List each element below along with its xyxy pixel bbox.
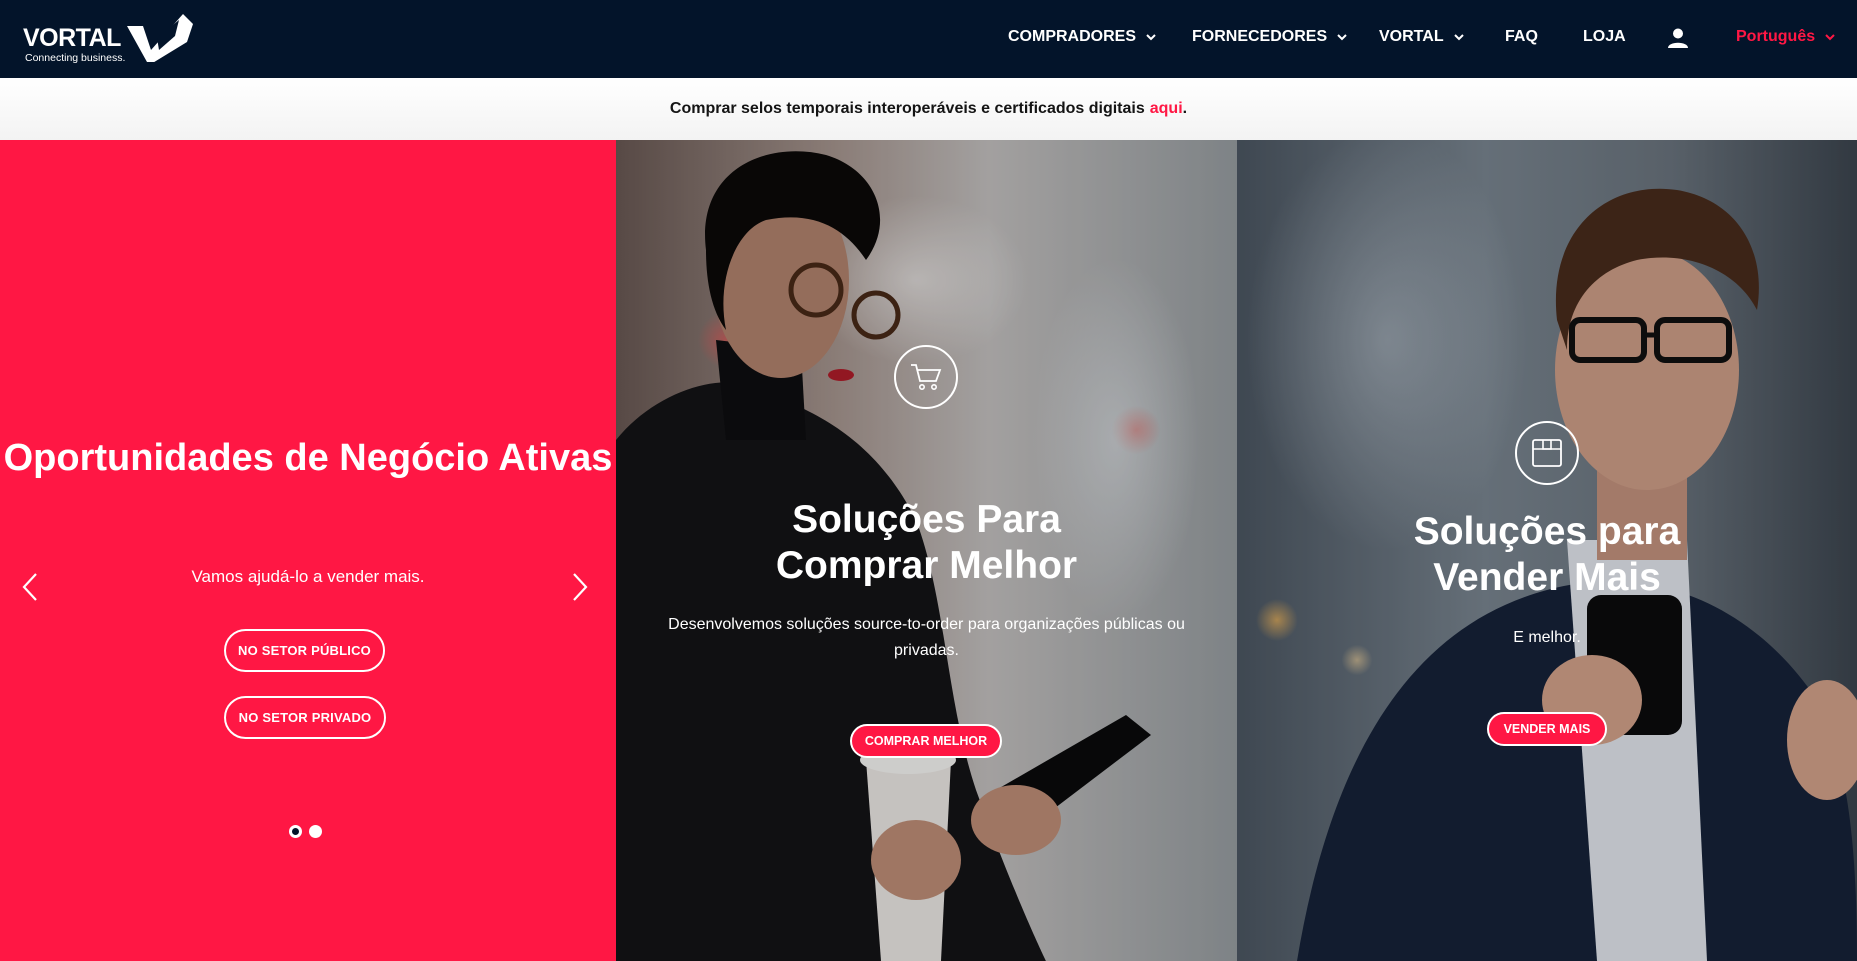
chevron-down-icon	[1337, 34, 1347, 41]
carousel-prev-arrow-icon[interactable]	[20, 570, 40, 604]
public-sector-button[interactable]: NO SETOR PÚBLICO	[224, 629, 385, 672]
nav-compradores[interactable]: COMPRADORES	[1008, 28, 1158, 46]
nav-loja[interactable]: LOJA	[1583, 28, 1626, 46]
user-icon	[1668, 28, 1688, 48]
sell-title-line2: Vender Mais	[1433, 556, 1661, 599]
nav-vortal-label: VORTAL	[1379, 28, 1444, 45]
sell-title-line1: Soluções para	[1413, 510, 1681, 553]
carousel-dot-1[interactable]	[289, 825, 302, 838]
nav-vortal[interactable]: VORTAL	[1379, 28, 1466, 46]
chevron-down-icon	[1453, 34, 1464, 41]
buy-title-line1: Soluções Para	[792, 498, 1061, 541]
private-sector-button[interactable]: NO SETOR PRIVADO	[224, 696, 386, 739]
nav-faq-label: FAQ	[1505, 28, 1538, 45]
buy-better-card: Soluções Para Comprar Melhor Desenvolvem…	[616, 140, 1237, 961]
box-icon-badge	[1515, 421, 1579, 485]
buy-better-button[interactable]: COMPRAR MELHOR	[850, 724, 1002, 758]
carousel-next-arrow-icon[interactable]	[570, 570, 590, 604]
top-navigation-bar: VORTAL Connecting business. COMPRADORES …	[0, 0, 1857, 78]
carousel-subtitle: Vamos ajudá-lo a vender mais.	[191, 567, 425, 586]
carousel-title: Oportunidades de Negócio Ativas	[3, 437, 613, 479]
language-label: Português	[1736, 28, 1816, 45]
cart-icon	[911, 364, 942, 390]
carousel-dot-2[interactable]	[309, 825, 322, 838]
box-icon	[1532, 439, 1562, 467]
opportunities-carousel: Oportunidades de Negócio Ativas Vamos aj…	[0, 140, 616, 961]
sell-card-title: Soluções para Vender Mais	[1237, 509, 1857, 601]
notice-suffix: .	[1182, 100, 1188, 117]
sell-card-text: E melhor.	[1513, 629, 1581, 646]
language-selector[interactable]: Português	[1736, 28, 1837, 46]
buy-title-line2: Comprar Melhor	[775, 544, 1078, 587]
nav-loja-label: LOJA	[1583, 28, 1626, 45]
main-nav: COMPRADORES FORNECEDORES VORTAL FAQ LOJA…	[0, 0, 1857, 78]
nav-faq[interactable]: FAQ	[1505, 28, 1538, 46]
nav-fornecedores[interactable]: FORNECEDORES	[1192, 28, 1349, 46]
chevron-down-icon	[1146, 34, 1156, 41]
nav-fornecedores-label: FORNECEDORES	[1192, 28, 1328, 45]
carousel-pagination	[289, 825, 322, 838]
notice-text: Comprar selos temporais interoperáveis e…	[669, 100, 1145, 117]
nav-compradores-label: COMPRADORES	[1008, 28, 1137, 45]
cart-icon-badge	[894, 345, 958, 409]
sell-more-card: Soluções para Vender Mais E melhor. VEND…	[1237, 140, 1857, 961]
account-button[interactable]	[1667, 27, 1689, 49]
sell-more-button[interactable]: VENDER MAIS	[1487, 712, 1607, 746]
notice-link[interactable]: aqui	[1150, 100, 1183, 118]
chevron-down-icon	[1825, 34, 1835, 41]
buy-card-text: Desenvolvemos soluções source-to-order p…	[668, 616, 1185, 659]
notice-banner: Comprar selos temporais interoperáveis e…	[0, 78, 1857, 140]
buy-card-title: Soluções Para Comprar Melhor	[616, 497, 1237, 589]
